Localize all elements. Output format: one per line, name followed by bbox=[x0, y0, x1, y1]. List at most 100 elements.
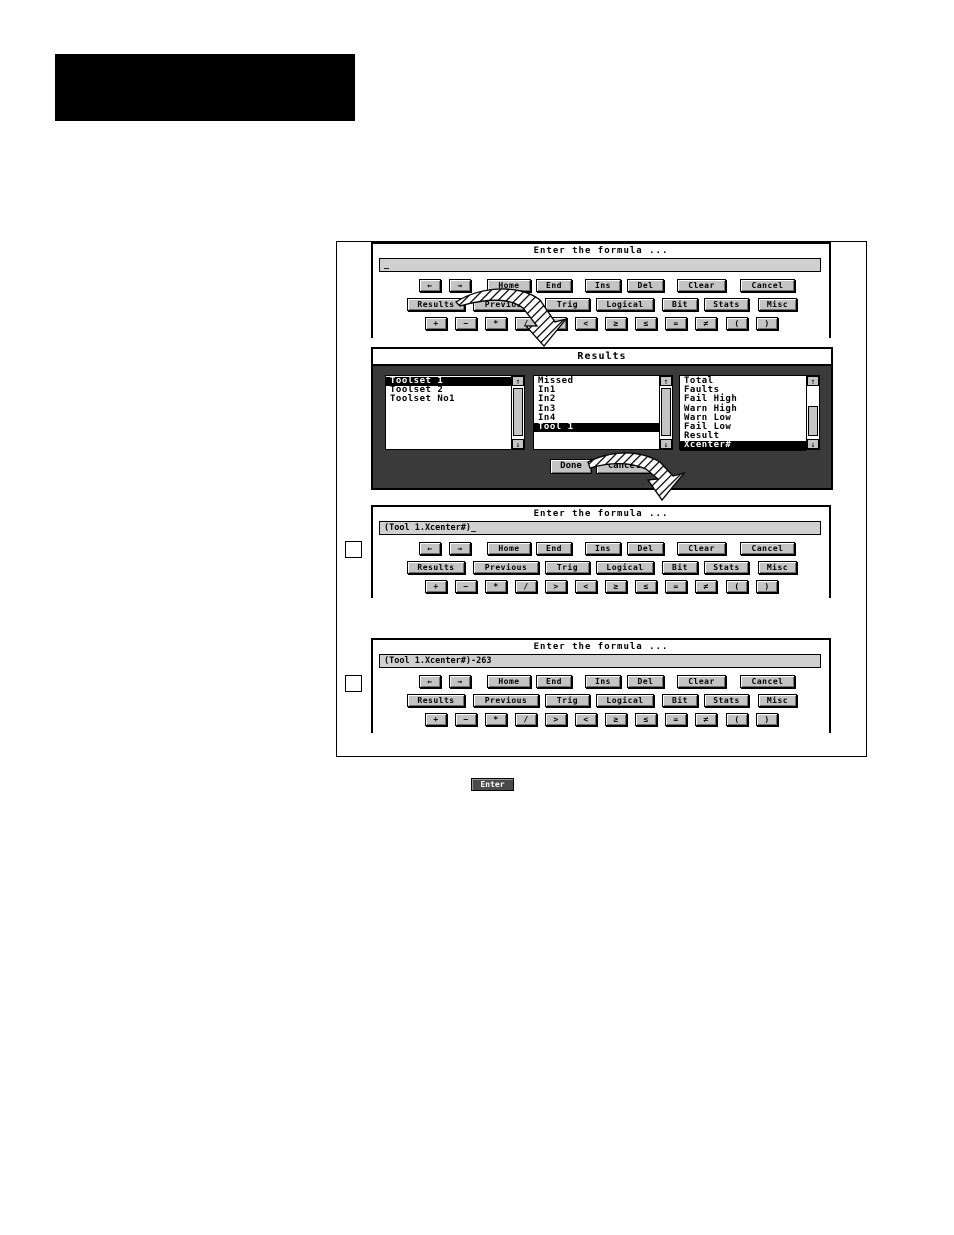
home-button[interactable]: Home bbox=[487, 279, 531, 292]
cancel-formula-button[interactable]: Cancel bbox=[740, 279, 795, 292]
previous-button[interactable]: Previous bbox=[473, 694, 539, 707]
open-paren-button[interactable]: ( bbox=[726, 580, 748, 593]
less-than-button[interactable]: < bbox=[575, 317, 597, 330]
ins-button[interactable]: Ins bbox=[585, 542, 621, 555]
del-button[interactable]: Del bbox=[627, 675, 664, 688]
stats-button[interactable]: Stats bbox=[704, 561, 749, 574]
right-arrow-button[interactable]: → bbox=[449, 542, 471, 555]
home-button[interactable]: Home bbox=[487, 675, 531, 688]
ins-button[interactable]: Ins bbox=[585, 675, 621, 688]
scrollbar[interactable]: ↑ ↓ bbox=[659, 376, 672, 449]
scrollbar[interactable]: ↑ ↓ bbox=[806, 376, 819, 449]
clear-button[interactable]: Clear bbox=[677, 542, 726, 555]
greater-equal-button[interactable]: ≥ bbox=[605, 580, 627, 593]
stats-button[interactable]: Stats bbox=[704, 298, 749, 311]
left-arrow-button[interactable]: ← bbox=[419, 542, 441, 555]
previous-button[interactable]: Previous bbox=[473, 298, 539, 311]
bit-button[interactable]: Bit bbox=[662, 561, 698, 574]
bit-button[interactable]: Bit bbox=[662, 298, 698, 311]
bit-button[interactable]: Bit bbox=[662, 694, 698, 707]
minus-button[interactable]: − bbox=[455, 713, 477, 726]
scroll-down-icon[interactable]: ↓ bbox=[512, 439, 524, 449]
scroll-thumb[interactable] bbox=[513, 388, 523, 436]
end-button[interactable]: End bbox=[536, 279, 572, 292]
greater-equal-button[interactable]: ≥ bbox=[605, 317, 627, 330]
multiply-button[interactable]: * bbox=[485, 713, 507, 726]
close-paren-button[interactable]: ) bbox=[756, 317, 778, 330]
open-paren-button[interactable]: ( bbox=[726, 317, 748, 330]
trig-button[interactable]: Trig bbox=[545, 561, 590, 574]
formula-input[interactable]: _ bbox=[379, 258, 821, 272]
trig-button[interactable]: Trig bbox=[545, 694, 590, 707]
open-paren-button[interactable]: ( bbox=[726, 713, 748, 726]
less-equal-button[interactable]: ≤ bbox=[635, 580, 657, 593]
list-item[interactable]: Tool 1 bbox=[534, 422, 659, 433]
formula-input[interactable]: (Tool 1.Xcenter#)-263 bbox=[379, 654, 821, 668]
scroll-up-icon[interactable]: ↑ bbox=[512, 376, 524, 386]
right-arrow-button[interactable]: → bbox=[449, 279, 471, 292]
close-paren-button[interactable]: ) bbox=[756, 580, 778, 593]
right-arrow-button[interactable]: → bbox=[449, 675, 471, 688]
divide-button[interactable]: / bbox=[515, 317, 537, 330]
done-button[interactable]: Done bbox=[550, 459, 592, 474]
result-listbox[interactable]: Total Faults Fail High Warn High Warn Low Fai… bbox=[679, 375, 820, 451]
equals-button[interactable]: = bbox=[665, 713, 687, 726]
scroll-up-icon[interactable]: ↑ bbox=[660, 376, 672, 386]
not-equal-button[interactable]: ≠ bbox=[695, 713, 717, 726]
scroll-thumb[interactable] bbox=[661, 388, 671, 436]
less-equal-button[interactable]: ≤ bbox=[635, 317, 657, 330]
greater-than-button[interactable]: > bbox=[545, 580, 567, 593]
end-button[interactable]: End bbox=[536, 675, 572, 688]
multiply-button[interactable]: * bbox=[485, 317, 507, 330]
end-button[interactable]: End bbox=[536, 542, 572, 555]
stats-button[interactable]: Stats bbox=[704, 694, 749, 707]
misc-button[interactable]: Misc bbox=[758, 694, 797, 707]
greater-than-button[interactable]: > bbox=[545, 713, 567, 726]
scroll-thumb[interactable] bbox=[808, 406, 818, 436]
logical-button[interactable]: Logical bbox=[596, 298, 654, 311]
del-button[interactable]: Del bbox=[627, 279, 664, 292]
ins-button[interactable]: Ins bbox=[585, 279, 621, 292]
left-arrow-button[interactable]: ← bbox=[419, 279, 441, 292]
equals-button[interactable]: = bbox=[665, 317, 687, 330]
less-than-button[interactable]: < bbox=[575, 580, 597, 593]
less-equal-button[interactable]: ≤ bbox=[635, 713, 657, 726]
misc-button[interactable]: Misc bbox=[758, 298, 797, 311]
not-equal-button[interactable]: ≠ bbox=[695, 317, 717, 330]
list-item[interactable]: Toolset No1 bbox=[386, 395, 511, 404]
logical-button[interactable]: Logical bbox=[596, 694, 654, 707]
clear-button[interactable]: Clear bbox=[677, 675, 726, 688]
plus-button[interactable]: + bbox=[425, 580, 447, 593]
close-paren-button[interactable]: ) bbox=[756, 713, 778, 726]
greater-than-button[interactable]: > bbox=[545, 317, 567, 330]
clear-button[interactable]: Clear bbox=[677, 279, 726, 292]
cancel-formula-button[interactable]: Cancel bbox=[740, 542, 795, 555]
misc-button[interactable]: Misc bbox=[758, 561, 797, 574]
cancel-formula-button[interactable]: Cancel bbox=[740, 675, 795, 688]
scroll-up-icon[interactable]: ↑ bbox=[807, 376, 819, 386]
plus-button[interactable]: + bbox=[425, 317, 447, 330]
tool-listbox[interactable]: Missed In1 In2 In3 In4 Tool 1 ↑ ↓ bbox=[533, 375, 673, 450]
divide-button[interactable]: / bbox=[515, 713, 537, 726]
logical-button[interactable]: Logical bbox=[596, 561, 654, 574]
scroll-down-icon[interactable]: ↓ bbox=[807, 439, 819, 449]
list-item[interactable]: Xcenter# bbox=[680, 441, 806, 451]
results-button[interactable]: Results bbox=[407, 561, 465, 574]
results-button[interactable]: Results bbox=[407, 298, 465, 311]
trig-button[interactable]: Trig bbox=[545, 298, 590, 311]
plus-button[interactable]: + bbox=[425, 713, 447, 726]
left-arrow-button[interactable]: ← bbox=[419, 675, 441, 688]
greater-equal-button[interactable]: ≥ bbox=[605, 713, 627, 726]
scrollbar[interactable]: ↑ ↓ bbox=[511, 376, 524, 449]
less-than-button[interactable]: < bbox=[575, 713, 597, 726]
divide-button[interactable]: / bbox=[515, 580, 537, 593]
minus-button[interactable]: − bbox=[455, 580, 477, 593]
equals-button[interactable]: = bbox=[665, 580, 687, 593]
not-equal-button[interactable]: ≠ bbox=[695, 580, 717, 593]
previous-button[interactable]: Previous bbox=[473, 561, 539, 574]
scroll-down-icon[interactable]: ↓ bbox=[660, 439, 672, 449]
home-button[interactable]: Home bbox=[487, 542, 531, 555]
minus-button[interactable]: − bbox=[455, 317, 477, 330]
formula-input[interactable]: (Tool 1.Xcenter#)_ bbox=[379, 521, 821, 535]
multiply-button[interactable]: * bbox=[485, 580, 507, 593]
